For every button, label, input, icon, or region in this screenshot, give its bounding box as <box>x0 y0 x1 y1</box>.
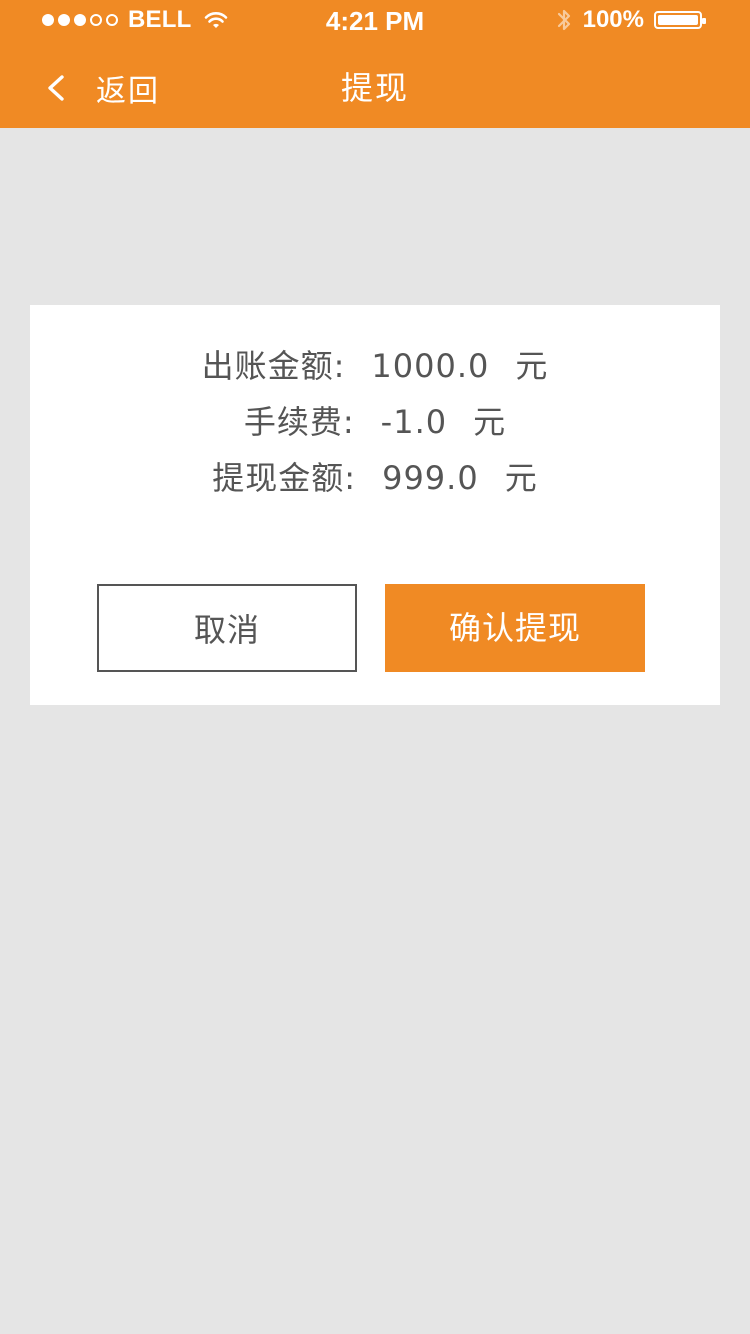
app-screen: BELL 4:21 PM 100% 返回 提现 出账金额: 1000.0 元 手… <box>0 0 750 1334</box>
top-bar: BELL 4:21 PM 100% 返回 提现 <box>0 0 750 128</box>
summary-row-withdraw: 提现金额: 999.0 元 <box>30 453 720 509</box>
row-value: 999.0 <box>382 459 479 497</box>
row-value: 1000.0 <box>371 347 490 385</box>
summary-row-fee: 手续费: -1.0 元 <box>30 397 720 453</box>
status-bar: BELL 4:21 PM 100% <box>0 0 750 44</box>
battery-fill <box>658 15 698 25</box>
battery-icon <box>654 11 706 29</box>
row-unit: 元 <box>473 403 507 441</box>
withdraw-card: 出账金额: 1000.0 元 手续费: -1.0 元 提现金额: 999.0 元… <box>30 305 720 705</box>
row-label: 手续费: <box>243 403 355 441</box>
battery-percent: 100% <box>582 6 644 33</box>
status-right: 100% <box>555 6 706 34</box>
summary-rows: 出账金额: 1000.0 元 手续费: -1.0 元 提现金额: 999.0 元 <box>30 341 720 509</box>
row-label: 提现金额: <box>212 459 357 497</box>
row-unit: 元 <box>515 347 549 385</box>
row-value: -1.0 <box>380 403 448 441</box>
summary-row-payout: 出账金额: 1000.0 元 <box>30 341 720 397</box>
page-title: 提现 <box>340 69 409 107</box>
bluetooth-icon <box>557 9 570 31</box>
confirm-withdraw-button[interactable]: 确认提现 <box>385 584 645 672</box>
row-unit: 元 <box>504 459 538 497</box>
cancel-button[interactable]: 取消 <box>97 584 357 672</box>
action-buttons: 取消 确认提现 <box>96 584 656 672</box>
row-label: 出账金额: <box>201 347 346 385</box>
